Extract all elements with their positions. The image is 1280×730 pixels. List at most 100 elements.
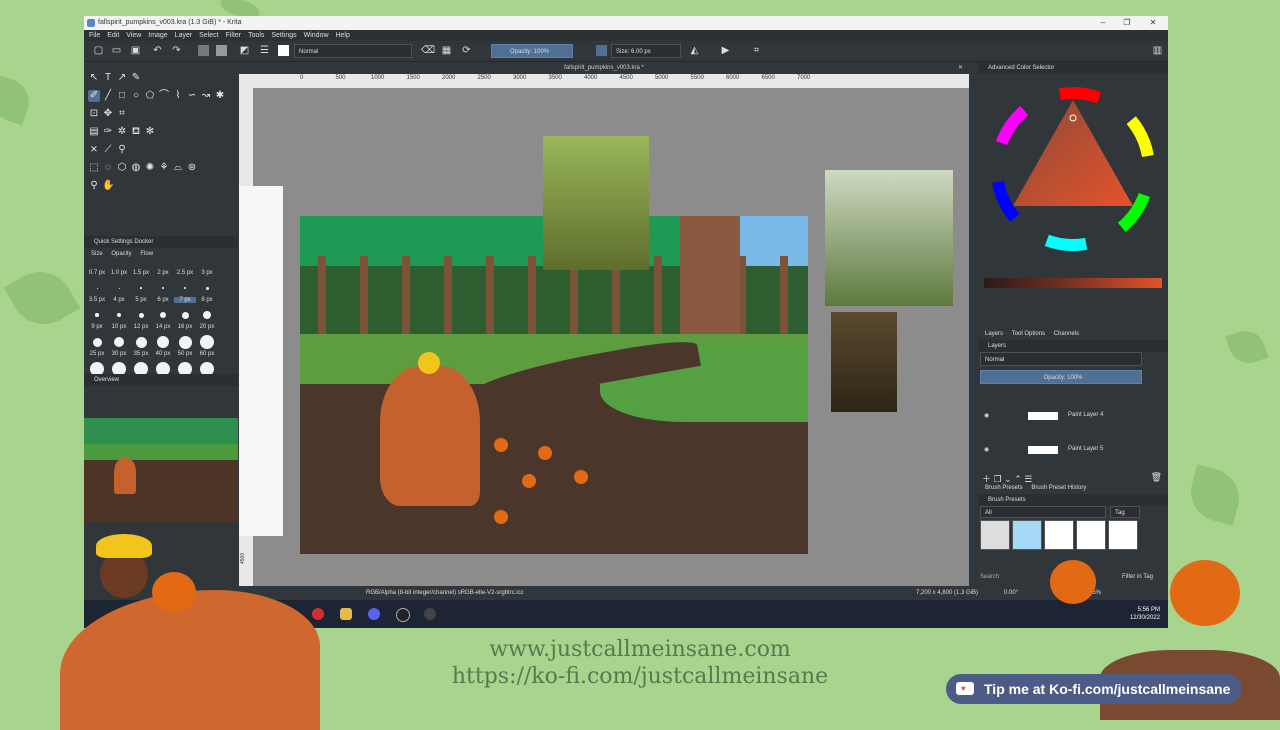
app-icon[interactable] — [340, 608, 352, 620]
menu-file[interactable]: File — [89, 32, 100, 39]
line-tool-icon[interactable]: ╱ — [102, 90, 114, 102]
multibrush-icon[interactable]: ✱ — [214, 90, 226, 102]
rect-select-icon[interactable]: ⬚ — [88, 162, 100, 174]
assistant-tool-icon[interactable]: ⨯ — [88, 144, 100, 156]
brush-size-option[interactable]: 2.5 px — [174, 270, 196, 276]
brush-size-option[interactable]: 4 px — [108, 297, 130, 303]
brush-size-option[interactable]: 10 px — [108, 324, 130, 330]
brush-preset[interactable] — [980, 520, 1010, 550]
new-document-icon[interactable]: ▢ — [93, 45, 104, 56]
brush-preset[interactable] — [1108, 520, 1138, 550]
layer-opacity[interactable]: Opacity: 100% — [980, 370, 1142, 384]
menu-tools[interactable]: Tools — [248, 32, 264, 39]
brush-size-option[interactable]: 12 px — [130, 324, 152, 330]
brush-size-dot[interactable] — [118, 287, 120, 289]
foreground-color-swatch[interactable] — [278, 45, 289, 56]
layer-blend-mode[interactable]: Normal — [980, 352, 1142, 366]
workspace-icon[interactable]: ▥ — [1152, 45, 1163, 56]
open-document-icon[interactable]: ▭ — [111, 45, 122, 56]
tab-flow[interactable]: Flow — [140, 251, 153, 257]
brush-size-option[interactable]: 30 px — [108, 351, 130, 357]
brush-size-option[interactable]: 16 px — [174, 324, 196, 330]
transform-tool-icon[interactable]: ⊡ — [88, 108, 100, 120]
layer-row[interactable]: ◉ Paint Layer 5 — [978, 436, 1168, 466]
brush-size-dot[interactable] — [205, 286, 209, 290]
reference-tool-icon[interactable]: ⚲ — [116, 144, 128, 156]
color-swap-icon[interactable]: ◩ — [239, 45, 250, 56]
brush-size-option[interactable]: 35 px — [130, 351, 152, 357]
color-picker-icon[interactable]: ✑ — [102, 126, 114, 138]
text-tool-icon[interactable]: T — [102, 72, 114, 84]
menu-help[interactable]: Help — [335, 32, 349, 39]
tab-brush-preset-history[interactable]: Brush Preset History — [1031, 485, 1086, 491]
rectangle-tool-icon[interactable]: □ — [116, 90, 128, 102]
brush-size-dot[interactable] — [203, 311, 211, 319]
overview-thumbnail[interactable] — [84, 418, 238, 522]
polygon-tool-icon[interactable]: ⬠ — [144, 90, 156, 102]
freehand-brush-icon[interactable]: ✐ — [88, 90, 100, 102]
preserve-alpha-icon[interactable]: ▦ — [441, 45, 452, 56]
brush-size-option[interactable]: 1.5 px — [130, 270, 152, 276]
ellipse-tool-icon[interactable]: ○ — [130, 90, 142, 102]
menu-filter[interactable]: Filter — [226, 32, 242, 39]
reference-image-tree[interactable] — [543, 136, 649, 270]
maximize-icon[interactable]: ❐ — [1114, 16, 1140, 30]
move-tool-icon[interactable]: ✥ — [102, 108, 114, 120]
eye-icon[interactable]: ◉ — [984, 412, 989, 419]
wrap-around-icon[interactable]: ⌗ — [751, 45, 762, 56]
menu-view[interactable]: View — [126, 32, 141, 39]
brush-size-dot[interactable] — [181, 311, 189, 319]
tab-size[interactable]: Size — [91, 251, 103, 257]
menu-layer[interactable]: Layer — [175, 32, 193, 39]
brush-size-dot[interactable] — [95, 313, 99, 317]
tab-brush-presets[interactable]: Brush Presets — [985, 485, 1023, 491]
brush-size-option[interactable]: 20 px — [196, 324, 218, 330]
brush-size-dot[interactable] — [157, 336, 169, 348]
settings-icon[interactable] — [424, 608, 436, 620]
canvas-area[interactable]: fallspirit_pumpkins_v003.kra * ✕ 0 500 100… — [239, 62, 969, 586]
obs-icon[interactable] — [396, 608, 410, 622]
calligraphy-icon[interactable]: ✎ — [130, 72, 142, 84]
tab-channels[interactable]: Channels — [1054, 331, 1079, 337]
freehand-select-icon[interactable]: ◍ — [130, 162, 142, 174]
tab-tool-options[interactable]: Tool Options — [1012, 331, 1045, 337]
crop-tool-icon[interactable]: ⌗ — [116, 108, 128, 120]
menu-edit[interactable]: Edit — [107, 32, 119, 39]
polyline-tool-icon[interactable]: ⌒ — [158, 90, 170, 102]
pattern-icon[interactable] — [198, 45, 209, 56]
ellipse-select-icon[interactable]: ◌ — [102, 162, 114, 174]
brush-search-label[interactable]: Search — [980, 574, 999, 580]
zoom-tool-icon[interactable]: ⚲ — [88, 180, 100, 192]
discord-icon[interactable] — [368, 608, 380, 620]
brush-tag-button[interactable]: Tag — [1110, 506, 1140, 518]
reference-image-sketch[interactable] — [239, 186, 283, 536]
menu-window[interactable]: Window — [304, 32, 329, 39]
brush-size-option[interactable]: 14 px — [152, 324, 174, 330]
brush-size-option[interactable]: 1.0 px — [108, 270, 130, 276]
brush-size-dot[interactable] — [117, 313, 121, 317]
brush-size-option[interactable]: 8 px — [196, 297, 218, 303]
pan-tool-icon[interactable]: ✋ — [102, 180, 114, 192]
brush-size-dot[interactable] — [138, 312, 144, 318]
brush-size-dot[interactable] — [135, 336, 147, 348]
enclose-fill-icon[interactable]: ✻ — [144, 126, 156, 138]
menu-settings[interactable]: Settings — [271, 32, 296, 39]
freehand-path-icon[interactable]: ∽ — [186, 90, 198, 102]
rotation-label[interactable]: 0.00° — [1004, 586, 1018, 600]
brush-size-option[interactable]: 0.7 px — [86, 270, 108, 276]
reload-preset-icon[interactable]: ⟳ — [461, 45, 472, 56]
brush-preset[interactable] — [1044, 520, 1074, 550]
brush-size-option[interactable]: 50 px — [174, 351, 196, 357]
edit-shapes-icon[interactable]: ↗ — [116, 72, 128, 84]
eraser-icon[interactable]: ⌫ — [421, 45, 435, 56]
minimize-icon[interactable]: – — [1090, 16, 1116, 30]
close-document-icon[interactable]: ✕ — [958, 62, 963, 74]
brush-size-dot[interactable] — [92, 337, 102, 347]
similar-select-icon[interactable]: ⚘ — [158, 162, 170, 174]
brush-preset[interactable] — [1012, 520, 1042, 550]
gradient-icon[interactable] — [216, 45, 227, 56]
brush-size-option[interactable]: 3.5 px — [86, 297, 108, 303]
save-icon[interactable]: ▣ — [130, 45, 141, 56]
tab-layers[interactable]: Layers — [985, 331, 1003, 337]
select-shapes-icon[interactable]: ↖ — [88, 72, 100, 84]
